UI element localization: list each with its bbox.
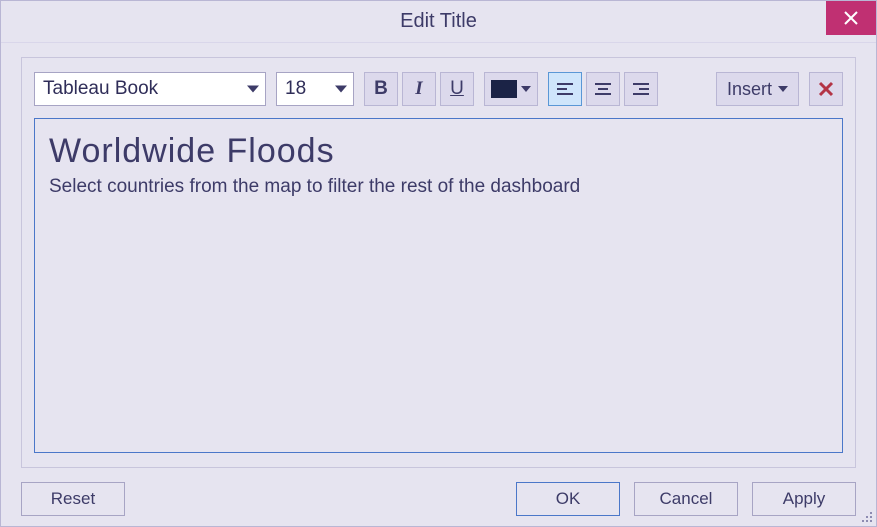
align-center-button[interactable] <box>586 72 620 106</box>
italic-button[interactable]: I <box>402 72 436 106</box>
chevron-down-icon <box>521 86 531 92</box>
underline-label: U <box>450 78 464 100</box>
align-right-button[interactable] <box>624 72 658 106</box>
content-panel: Tableau Book 18 B I U <box>21 57 856 468</box>
italic-label: I <box>415 78 422 100</box>
ok-button[interactable]: OK <box>516 482 620 516</box>
font-color-picker[interactable] <box>484 72 538 106</box>
edit-title-dialog: Edit Title Tableau Book 18 B <box>0 0 877 527</box>
bold-label: B <box>374 78 388 100</box>
align-right-icon <box>632 82 650 96</box>
font-family-select[interactable]: Tableau Book <box>34 72 266 106</box>
align-left-icon <box>556 82 574 96</box>
chevron-down-icon <box>778 86 788 92</box>
ok-label: OK <box>556 489 581 509</box>
title-editor[interactable]: Worldwide Floods Select countries from t… <box>34 118 843 453</box>
window-close-button[interactable] <box>826 1 876 35</box>
close-icon <box>844 11 858 25</box>
formatting-toolbar: Tableau Book 18 B I U <box>34 70 843 108</box>
title-heading-text: Worldwide Floods <box>49 131 828 172</box>
align-center-icon <box>594 82 612 96</box>
font-size-select[interactable]: 18 <box>276 72 354 106</box>
cancel-label: Cancel <box>660 489 713 509</box>
cancel-button[interactable]: Cancel <box>634 482 738 516</box>
font-size-value: 18 <box>285 78 306 100</box>
apply-label: Apply <box>783 489 826 509</box>
chevron-down-icon <box>247 86 259 93</box>
color-swatch <box>491 80 517 98</box>
reset-label: Reset <box>51 489 95 509</box>
x-icon <box>818 81 834 97</box>
font-family-value: Tableau Book <box>43 78 158 100</box>
chevron-down-icon <box>335 86 347 93</box>
title-subheading-text: Select countries from the map to filter … <box>49 176 828 198</box>
dialog-footer: Reset OK Cancel Apply <box>1 468 876 526</box>
style-button-group: B I U <box>364 72 474 106</box>
titlebar: Edit Title <box>1 1 876 43</box>
align-left-button[interactable] <box>548 72 582 106</box>
apply-button[interactable]: Apply <box>752 482 856 516</box>
alignment-button-group <box>548 72 658 106</box>
clear-formatting-button[interactable] <box>809 72 843 106</box>
insert-label: Insert <box>727 79 772 100</box>
reset-button[interactable]: Reset <box>21 482 125 516</box>
underline-button[interactable]: U <box>440 72 474 106</box>
dialog-title: Edit Title <box>400 10 477 33</box>
bold-button[interactable]: B <box>364 72 398 106</box>
insert-menu-button[interactable]: Insert <box>716 72 799 106</box>
resize-grip[interactable] <box>859 509 873 523</box>
